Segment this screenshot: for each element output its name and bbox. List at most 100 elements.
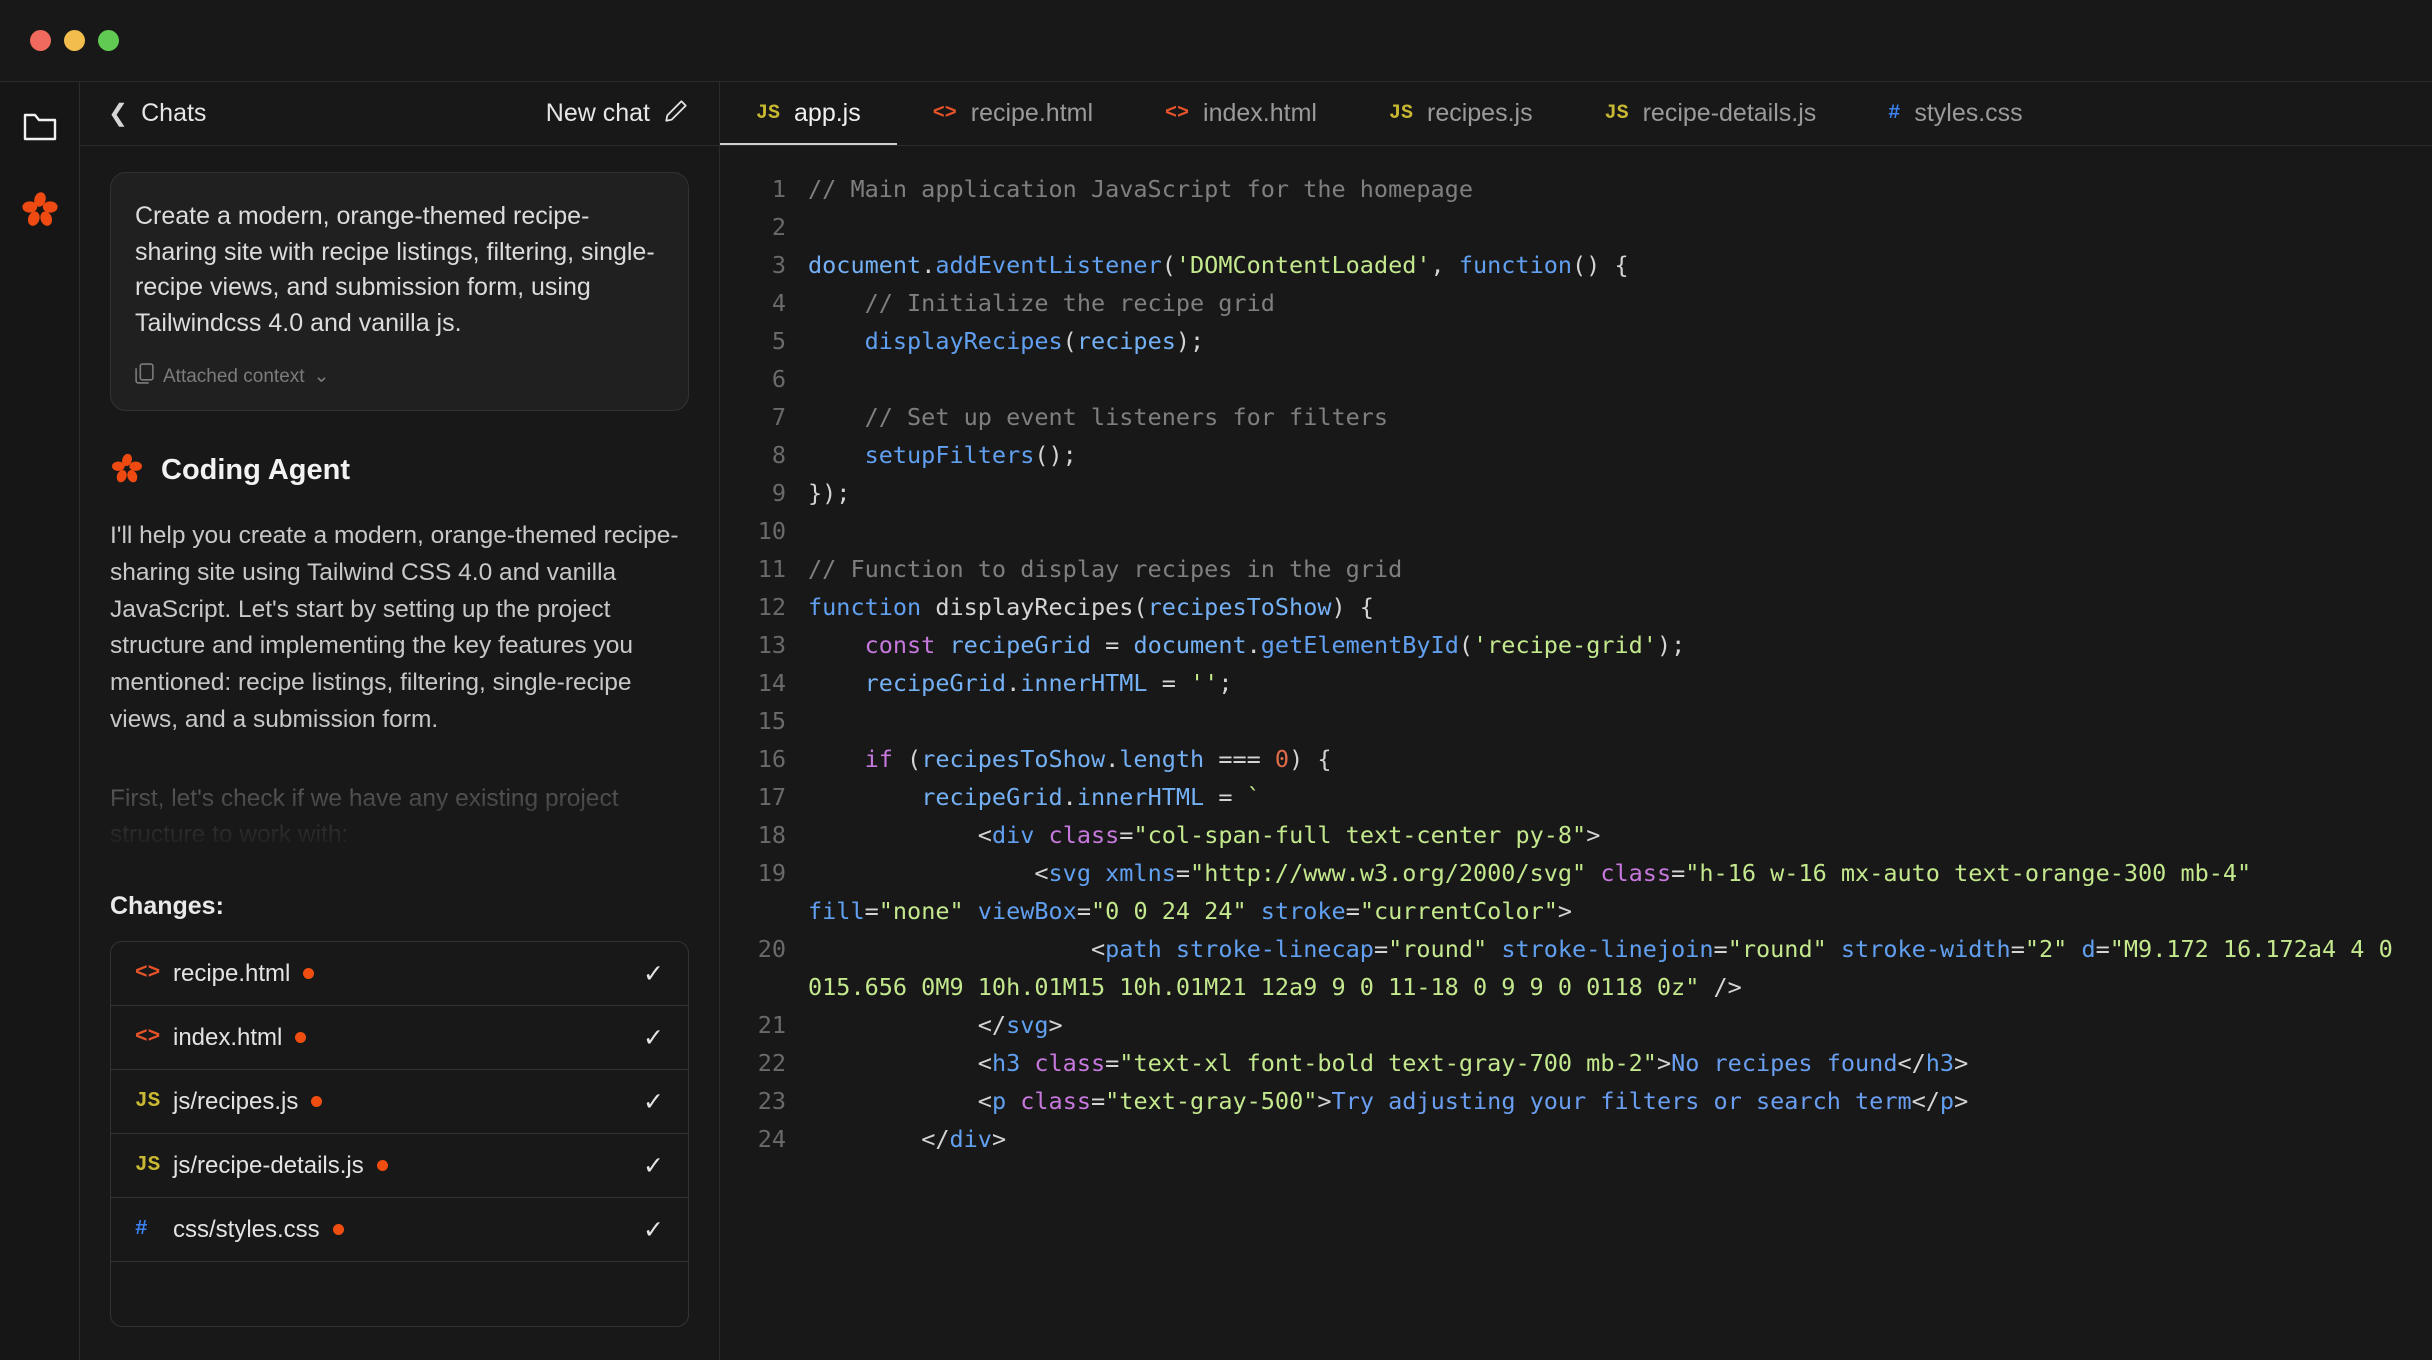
code-token: const xyxy=(864,631,936,659)
line-content[interactable] xyxy=(808,702,2432,740)
tab-recipes-js[interactable]: JS recipes.js xyxy=(1353,82,1569,145)
code-token: class xyxy=(1020,1087,1091,1115)
line-content[interactable]: displayRecipes(recipes); xyxy=(808,322,2432,360)
code-token: stroke-linecap xyxy=(1175,935,1374,963)
line-content[interactable]: </svg> xyxy=(808,1006,2432,1044)
line-content[interactable]: function displayRecipes(recipesToShow) { xyxy=(808,588,2432,626)
code-token: document xyxy=(808,251,922,279)
code-token: // Set up event listeners for filters xyxy=(808,403,1389,431)
line-number: 14 xyxy=(757,669,786,697)
line-content[interactable]: <p class="text-gray-500">Try adjusting y… xyxy=(808,1082,2432,1120)
code-token: < xyxy=(808,1087,992,1115)
check-icon[interactable]: ✓ xyxy=(643,959,664,989)
back-to-chats-button[interactable]: ❮ Chats xyxy=(108,99,206,128)
line-number: 16 xyxy=(757,745,786,773)
code-token: document xyxy=(1133,631,1247,659)
code-token: = xyxy=(1119,821,1134,849)
line-content[interactable]: </div> xyxy=(808,1120,2432,1158)
chat-scroll-area[interactable]: Create a modern, orange-themed recipe-sh… xyxy=(80,146,719,1360)
code-token: = xyxy=(2010,935,2025,963)
code-token: = xyxy=(1147,669,1191,697)
tab-recipe-details-js[interactable]: JS recipe-details.js xyxy=(1569,82,1853,145)
line-content[interactable]: // Main application JavaScript for the h… xyxy=(808,170,2432,208)
code-line: 11 // Function to display recipes in the … xyxy=(720,550,2432,588)
code-token: stroke xyxy=(1260,897,1346,925)
code-token: 'DOMContentLoaded' xyxy=(1175,251,1431,279)
code-token: "text-xl font-bold text-gray-700 mb-2" xyxy=(1119,1049,1657,1077)
code-token: recipeGrid xyxy=(921,783,1063,811)
check-icon[interactable]: ✓ xyxy=(643,1151,664,1181)
line-content[interactable]: document.addEventListener('DOMContentLoa… xyxy=(808,246,2432,284)
line-content[interactable]: <svg xmlns="http://www.w3.org/2000/svg" … xyxy=(808,854,2432,930)
folder-icon[interactable] xyxy=(17,104,63,150)
line-content[interactable]: <path stroke-linecap="round" stroke-line… xyxy=(808,930,2432,1006)
line-content[interactable]: recipeGrid.innerHTML = ''; xyxy=(808,664,2432,702)
tab-label: recipes.js xyxy=(1427,99,1533,127)
code-token: }); xyxy=(808,479,851,507)
pencil-icon xyxy=(663,98,689,129)
new-chat-button[interactable]: New chat xyxy=(546,98,689,129)
code-token: = xyxy=(1105,1049,1120,1077)
html-icon: <> xyxy=(135,1026,161,1049)
code-line: 10 xyxy=(720,512,2432,550)
code-token: class xyxy=(1034,1049,1106,1077)
line-content[interactable]: // Initialize the recipe grid xyxy=(808,284,2432,322)
code-token: = xyxy=(1345,897,1360,925)
line-content[interactable]: // Set up event listeners for filters xyxy=(808,398,2432,436)
check-icon[interactable]: ✓ xyxy=(643,1215,664,1245)
line-content[interactable]: setupFilters(); xyxy=(808,436,2432,474)
tab-app-js[interactable]: JS app.js xyxy=(720,82,897,145)
code-editor: JS app.js <> recipe.html <> index.html JS recip… xyxy=(720,82,2432,1360)
code-token: displayRecipes xyxy=(864,327,1063,355)
line-content[interactable]: <h3 class="text-xl font-bold text-gray-7… xyxy=(808,1044,2432,1082)
line-content[interactable] xyxy=(808,512,2432,550)
attached-context-toggle[interactable]: Attached context ⌄ xyxy=(135,363,664,390)
changes-heading: Changes: xyxy=(110,892,224,920)
agent-logo-icon[interactable] xyxy=(17,186,63,232)
code-token: = xyxy=(1204,783,1247,811)
line-content[interactable]: recipeGrid.innerHTML = ` xyxy=(808,778,2432,816)
check-icon[interactable]: ✓ xyxy=(643,1087,664,1117)
line-content[interactable] xyxy=(808,360,2432,398)
code-token: > xyxy=(1954,1087,1969,1115)
check-icon[interactable]: ✓ xyxy=(643,1023,664,1053)
code-token: svg xyxy=(1048,859,1091,887)
line-number: 21 xyxy=(757,1011,786,1039)
line-number: 19 xyxy=(757,859,786,887)
line-content[interactable]: const recipeGrid = document.getElementBy… xyxy=(808,626,2432,664)
code-token: displayRecipes xyxy=(935,593,1134,621)
code-token: < xyxy=(808,859,1049,887)
minimize-window-button[interactable] xyxy=(64,30,85,51)
tab-index-html[interactable]: <> index.html xyxy=(1129,82,1353,145)
changed-file-row[interactable]: JS js/recipes.js ✓ xyxy=(111,1070,688,1134)
code-token: path xyxy=(1105,935,1162,963)
line-content[interactable]: // Function to display recipes in the gr… xyxy=(808,550,2432,588)
changed-file-row[interactable]: <> index.html ✓ xyxy=(111,1006,688,1070)
tab-recipe-html[interactable]: <> recipe.html xyxy=(897,82,1129,145)
tab-styles-css[interactable]: # styles.css xyxy=(1852,82,2058,145)
code-token: > xyxy=(991,1125,1007,1153)
changed-file-row[interactable]: # css/styles.css ✓ xyxy=(111,1198,688,1262)
changed-file-name: js/recipes.js xyxy=(173,1087,299,1115)
line-number: 15 xyxy=(757,707,786,735)
code-line: 6 xyxy=(720,360,2432,398)
changed-file-row[interactable]: <> recipe.html ✓ xyxy=(111,942,688,1006)
changed-file-row[interactable]: JS js/recipe-details.js ✓ xyxy=(111,1134,688,1198)
line-content[interactable]: <div class="col-span-full text-center py… xyxy=(808,816,2432,854)
close-window-button[interactable] xyxy=(30,30,51,51)
line-content[interactable] xyxy=(808,208,2432,246)
app-window: ❮ Chats New chat Create a modern, orange… xyxy=(0,0,2432,1360)
maximize-window-button[interactable] xyxy=(98,30,119,51)
html-icon: <> xyxy=(932,102,957,125)
line-number: 5 xyxy=(771,327,786,355)
code-token: // Main application JavaScript for the h… xyxy=(808,175,1473,203)
line-content[interactable]: }); xyxy=(808,474,2432,512)
changed-file-row[interactable] xyxy=(111,1262,688,1326)
code-view[interactable]: 1 // Main application JavaScript for the … xyxy=(720,146,2432,1360)
agent-message: I'll help you create a modern, orange-th… xyxy=(110,518,689,854)
line-content[interactable]: if (recipesToShow.length === 0) { xyxy=(808,740,2432,778)
